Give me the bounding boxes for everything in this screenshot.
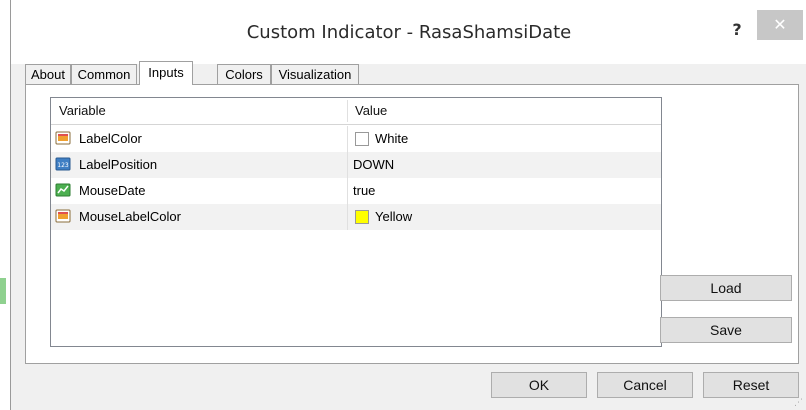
- bool-param-icon: [55, 183, 71, 197]
- cell-divider: [347, 178, 348, 204]
- variable-value[interactable]: White: [375, 126, 408, 152]
- variable-name: MouseDate: [79, 183, 146, 198]
- help-button[interactable]: ?: [727, 20, 747, 40]
- color-swatch[interactable]: [355, 210, 369, 224]
- window-title: Custom Indicator - RasaShamsiDate: [246, 22, 572, 43]
- tab-visualization[interactable]: Visualization: [271, 64, 359, 84]
- column-divider[interactable]: [347, 100, 348, 122]
- variable-name: MouseLabelColor: [79, 209, 181, 224]
- cancel-button[interactable]: Cancel: [597, 372, 693, 398]
- inputs-table: Variable Value LabelColor White 123 Labe…: [50, 97, 662, 347]
- load-button[interactable]: Load: [660, 275, 792, 301]
- close-icon: ✕: [773, 15, 787, 34]
- inputs-panel: Variable Value LabelColor White 123 Labe…: [25, 84, 799, 364]
- color-param-icon: [55, 209, 71, 223]
- cell-divider: [347, 126, 348, 152]
- svg-text:123: 123: [57, 162, 69, 169]
- variable-value[interactable]: true: [353, 178, 375, 204]
- resize-grip-icon[interactable]: ⋰: [794, 398, 803, 407]
- tab-common[interactable]: Common: [71, 64, 137, 84]
- variable-value[interactable]: DOWN: [353, 152, 394, 178]
- color-param-icon: [55, 131, 71, 145]
- background-window-edge: [0, 278, 6, 304]
- variable-value[interactable]: Yellow: [375, 204, 412, 230]
- table-row[interactable]: LabelColor White: [51, 126, 661, 152]
- variable-name: LabelPosition: [79, 157, 158, 172]
- dialog-window: Custom Indicator - RasaShamsiDate ? ✕ Ab…: [10, 0, 806, 410]
- table-row[interactable]: 123 LabelPosition DOWN: [51, 152, 661, 178]
- table-row[interactable]: MouseLabelColor Yellow: [51, 204, 661, 230]
- cell-divider: [347, 152, 348, 178]
- color-swatch[interactable]: [355, 132, 369, 146]
- table-row[interactable]: MouseDate true: [51, 178, 661, 204]
- variable-name: LabelColor: [79, 131, 142, 146]
- reset-button[interactable]: Reset: [703, 372, 799, 398]
- save-button[interactable]: Save: [660, 317, 792, 343]
- cell-divider: [347, 204, 348, 230]
- close-button[interactable]: ✕: [757, 10, 803, 40]
- ok-button[interactable]: OK: [491, 372, 587, 398]
- tab-about[interactable]: About: [25, 64, 71, 84]
- table-header: Variable Value: [51, 98, 661, 125]
- title-bar[interactable]: Custom Indicator - RasaShamsiDate ? ✕: [11, 0, 806, 64]
- column-header-variable[interactable]: Variable: [59, 98, 106, 124]
- tab-inputs[interactable]: Inputs: [139, 61, 193, 85]
- enum-param-icon: 123: [55, 157, 71, 171]
- tab-colors[interactable]: Colors: [217, 64, 271, 84]
- column-header-value[interactable]: Value: [355, 98, 387, 124]
